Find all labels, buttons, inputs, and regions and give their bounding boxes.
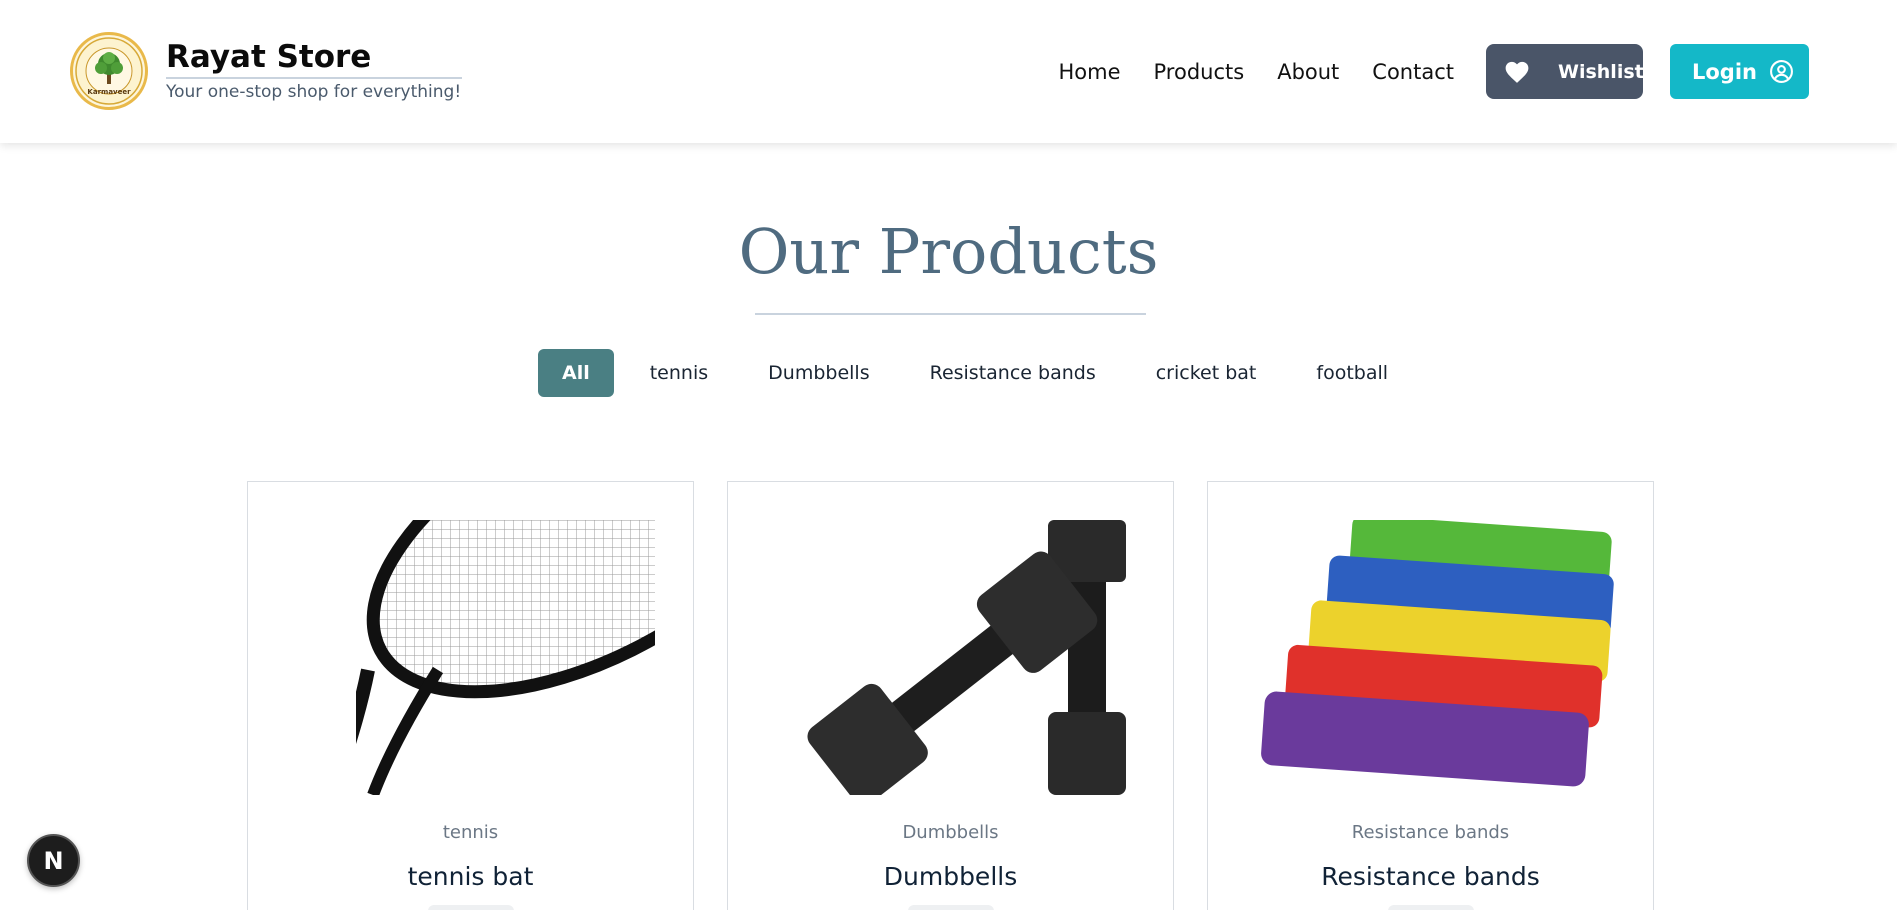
- wishlist-label: Wishlist: [1558, 60, 1644, 83]
- product-category: tennis: [442, 822, 499, 843]
- store-logo-icon: Karmaveer: [70, 32, 148, 110]
- product-category: Dumbbells: [902, 822, 999, 843]
- heart-icon: [1504, 60, 1530, 84]
- filter-resistance-bands[interactable]: Resistance bands: [906, 349, 1120, 397]
- product-card[interactable]: Resistance bands Resistance bands: [1207, 481, 1654, 910]
- product-card[interactable]: Dumbbells Dumbbells: [727, 481, 1174, 910]
- brand[interactable]: Karmaveer Rayat Store Your one-stop shop…: [70, 32, 462, 110]
- brand-title: Rayat Store: [166, 39, 462, 80]
- login-button[interactable]: Login: [1670, 44, 1809, 99]
- wishlist-button[interactable]: Wishlist: [1486, 44, 1644, 99]
- main-nav: Home Products About Contact Wishlist Log…: [1059, 44, 1809, 99]
- filter-tennis[interactable]: tennis: [626, 349, 732, 397]
- site-header: Karmaveer Rayat Store Your one-stop shop…: [0, 0, 1897, 143]
- product-image-dumbbells[interactable]: [768, 520, 1135, 795]
- nav-home[interactable]: Home: [1059, 60, 1121, 84]
- nav-about[interactable]: About: [1277, 60, 1339, 84]
- product-image-tennis-racket[interactable]: [288, 520, 655, 795]
- product-category: Resistance bands: [1351, 822, 1510, 843]
- nav-products[interactable]: Products: [1154, 60, 1245, 84]
- user-circle-icon: [1769, 59, 1794, 84]
- product-name[interactable]: Dumbbells: [728, 862, 1173, 891]
- page-title: Our Products: [738, 215, 1159, 288]
- title-divider: [755, 313, 1146, 315]
- filter-cricket-bat[interactable]: cricket bat: [1132, 349, 1281, 397]
- product-grid: tennis tennis bat Dumbbells Dumbbells Re…: [247, 481, 1687, 910]
- product-image-resistance-bands[interactable]: [1248, 520, 1615, 795]
- nav-contact[interactable]: Contact: [1372, 60, 1454, 84]
- product-price-badge: [907, 905, 994, 910]
- nextjs-dev-button[interactable]: N: [27, 834, 80, 887]
- brand-subtitle: Your one-stop shop for everything!: [166, 82, 462, 103]
- logo-caption: Karmaveer: [87, 88, 131, 96]
- product-name[interactable]: tennis bat: [248, 862, 693, 891]
- category-filters: All tennis Dumbbells Resistance bands cr…: [538, 349, 1424, 397]
- product-price-badge: [427, 905, 514, 910]
- filter-football[interactable]: football: [1292, 349, 1412, 397]
- product-price-badge: [1387, 905, 1474, 910]
- login-label: Login: [1692, 59, 1757, 84]
- filter-dumbbells[interactable]: Dumbbells: [744, 349, 893, 397]
- product-card[interactable]: tennis tennis bat: [247, 481, 694, 910]
- product-name[interactable]: Resistance bands: [1208, 862, 1653, 891]
- filter-all[interactable]: All: [538, 349, 614, 397]
